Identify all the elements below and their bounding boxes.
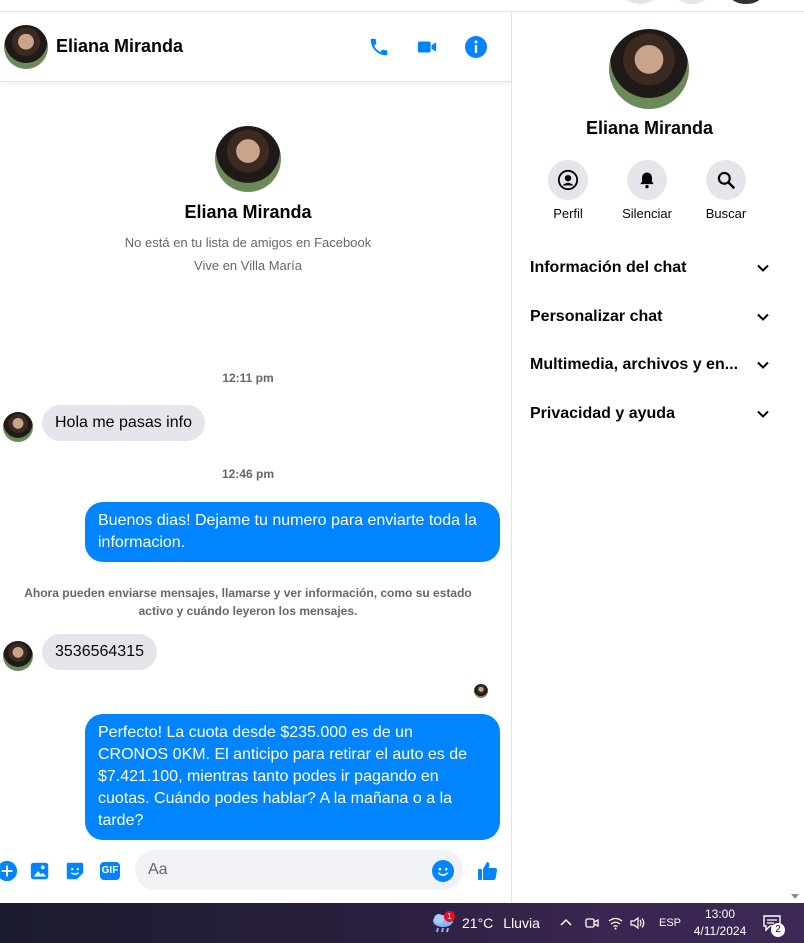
search-icon — [717, 171, 735, 189]
incoming-message[interactable]: Hola me pasas info — [42, 405, 205, 441]
gif-label: GIF — [99, 862, 121, 880]
section-media-files[interactable]: Multimedia, archivos y en... — [530, 350, 770, 380]
chat-info-panel: Eliana Miranda Perfil Silenciar Buscar I… — [512, 12, 787, 903]
sender-avatar[interactable] — [3, 641, 33, 671]
action-label: Perfil — [553, 206, 583, 221]
meet-now-button[interactable] — [585, 903, 599, 943]
incoming-message[interactable]: 3536564315 — [42, 634, 157, 670]
show-hidden-icons-button[interactable] — [560, 903, 572, 943]
outgoing-message[interactable]: Perfecto! La cuota desde $235.000 es de … — [85, 714, 500, 840]
timestamp: 12:46 pm — [221, 467, 275, 481]
message-composer: GIF — [0, 848, 511, 894]
chat-header: Eliana Miranda — [0, 12, 511, 82]
language-indicator[interactable]: ESP — [659, 903, 681, 943]
network-button[interactable] — [608, 903, 623, 943]
top-button[interactable] — [676, 0, 708, 4]
info-avatar[interactable] — [609, 29, 689, 109]
video-call-button[interactable] — [414, 34, 440, 60]
weather-desc: Lluvia — [503, 915, 540, 931]
taskbar-clock[interactable]: 13:00 4/11/2024 — [690, 906, 750, 940]
outgoing-message[interactable]: Buenos dias! Dejame tu numero para envia… — [85, 502, 500, 562]
lives-in: Vive en Villa María — [194, 258, 302, 273]
chevron-down-icon — [756, 261, 770, 275]
chevron-down-icon — [756, 310, 770, 324]
section-label: Información del chat — [530, 259, 687, 276]
sticker-icon — [66, 862, 84, 880]
seen-indicator-avatar — [474, 684, 488, 698]
section-chat-info[interactable]: Información del chat — [530, 253, 770, 283]
sender-avatar[interactable] — [3, 412, 33, 442]
profile-avatar[interactable] — [215, 126, 281, 192]
section-customize-chat[interactable]: Personalizar chat — [530, 302, 770, 332]
connection-notice: Ahora pueden enviarse mensajes, llamarse… — [24, 586, 472, 618]
search-action[interactable]: Buscar — [686, 160, 766, 221]
profile-icon — [557, 169, 579, 191]
top-strip — [0, 0, 804, 12]
info-icon — [465, 36, 487, 58]
section-label: Multimedia, archivos y en... — [530, 356, 739, 373]
wifi-icon — [608, 917, 623, 930]
info-contact-name: Eliana Miranda — [585, 118, 714, 138]
bell-icon — [640, 172, 654, 189]
chevron-down-icon — [756, 407, 770, 421]
page-scrollbar[interactable] — [787, 12, 804, 903]
weather-widget[interactable]: 21°C Lluvia — [430, 903, 540, 943]
message-input[interactable] — [135, 850, 463, 890]
thumbs-up-icon — [478, 862, 498, 881]
chevron-down-icon — [756, 358, 770, 372]
sticker-button[interactable] — [64, 860, 86, 882]
section-label: Privacidad y ayuda — [530, 405, 675, 422]
clock-date: 4/11/2024 — [693, 924, 747, 938]
smiley-icon — [437, 867, 449, 876]
account-avatar[interactable] — [730, 0, 762, 4]
gif-button[interactable]: GIF — [98, 860, 122, 882]
like-button[interactable] — [476, 859, 500, 883]
notification-count: 2 — [771, 923, 785, 937]
section-privacy-help[interactable]: Privacidad y ayuda — [530, 399, 770, 429]
video-camera-icon — [417, 41, 437, 53]
phone-icon — [370, 38, 388, 56]
chevron-up-icon — [560, 918, 572, 926]
chat-panel: Eliana Miranda Eliana Miranda No está en… — [0, 12, 512, 903]
emoji-button[interactable] — [432, 860, 454, 882]
attach-photo-button[interactable] — [29, 860, 51, 882]
weather-alert-badge: 1 — [444, 911, 455, 922]
clock-time: 13:00 — [704, 907, 736, 921]
plus-circle-icon — [0, 860, 18, 882]
image-icon — [30, 862, 49, 880]
action-label: Buscar — [705, 206, 747, 221]
section-label: Personalizar chat — [530, 308, 663, 325]
volume-button[interactable] — [630, 903, 646, 943]
action-label: Silenciar — [622, 206, 672, 221]
screen: Eliana Miranda Eliana Miranda No está en… — [0, 0, 804, 943]
profile-action[interactable]: Perfil — [528, 160, 608, 221]
taskbar: 21°C Lluvia 1 ESP 13:00 4/11/2024 2 — [0, 903, 804, 943]
weather-temp: 21°C — [462, 915, 494, 931]
not-friend-note: No está en tu lista de amigos en Faceboo… — [124, 235, 372, 250]
contact-avatar[interactable] — [4, 25, 48, 69]
timestamp: 12:11 pm — [222, 371, 274, 385]
more-actions-button[interactable] — [0, 860, 18, 882]
phone-call-button[interactable] — [366, 34, 392, 60]
notification-center-button[interactable]: 2 — [762, 903, 785, 943]
camera-icon — [585, 918, 599, 928]
mute-action[interactable]: Silenciar — [607, 160, 687, 221]
top-button[interactable] — [624, 0, 656, 4]
profile-name: Eliana Miranda — [184, 202, 312, 222]
chat-info-button[interactable] — [463, 34, 489, 60]
speaker-icon — [630, 916, 645, 930]
scroll-down-arrow[interactable] — [791, 894, 799, 899]
contact-name[interactable]: Eliana Miranda — [56, 36, 183, 57]
